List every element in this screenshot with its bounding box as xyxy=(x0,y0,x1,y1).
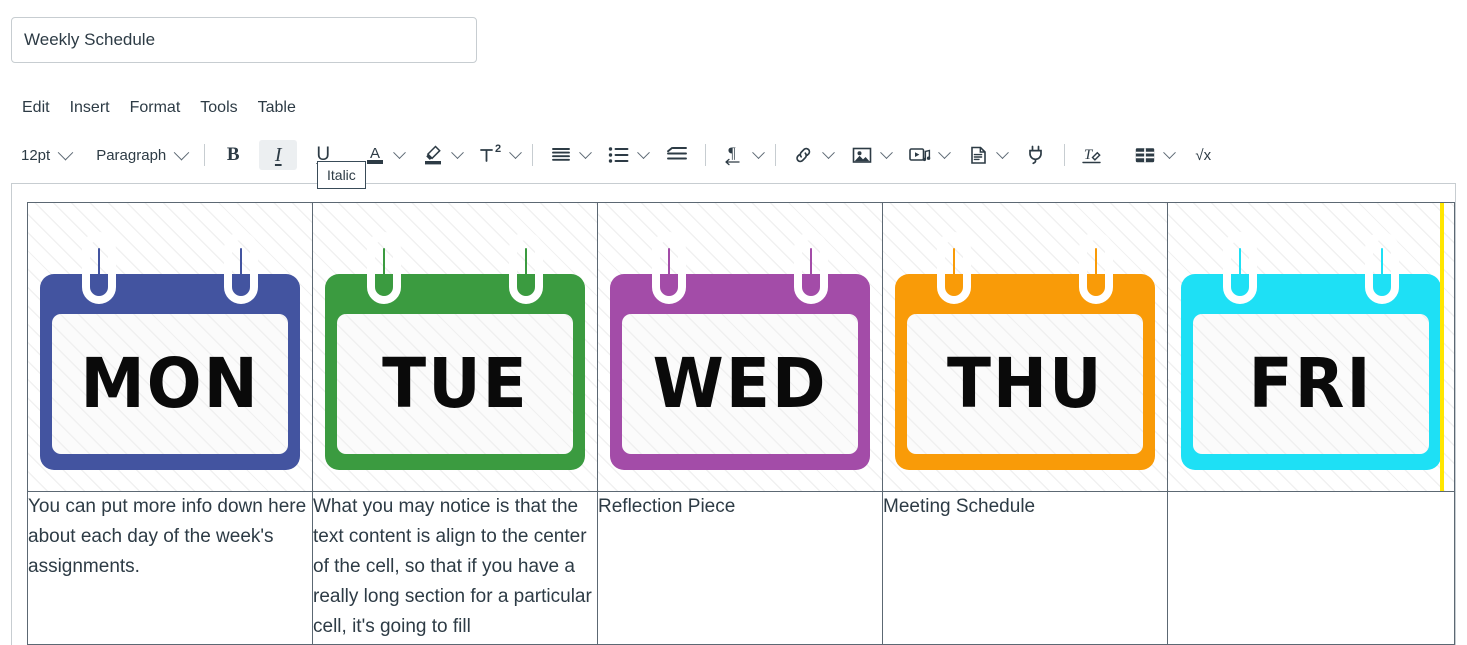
chevron-down-icon[interactable] xyxy=(752,145,766,159)
calendar-icon-wed: WED xyxy=(604,218,876,476)
editor-content-area[interactable]: MON TUE WED THU FRI You can put more inf… xyxy=(11,183,1456,645)
table-button[interactable] xyxy=(1126,140,1164,170)
toolbar-separator xyxy=(705,144,707,166)
paragraph-direction-icon: ¶ xyxy=(723,143,745,167)
table-cell-wed-image[interactable]: WED xyxy=(597,202,883,492)
indent-increase-button[interactable] xyxy=(658,140,696,170)
image-icon xyxy=(850,144,874,166)
toolbar-separator xyxy=(775,144,777,166)
align-left-icon xyxy=(550,144,572,166)
table-cell-fri-text[interactable] xyxy=(1167,491,1455,645)
equation-icon: √x xyxy=(1195,146,1212,164)
chevron-down-icon[interactable] xyxy=(451,145,465,159)
table-cell-tue-image[interactable]: TUE xyxy=(312,202,598,492)
equation-button[interactable]: √x xyxy=(1184,140,1222,170)
chevron-down-icon[interactable] xyxy=(880,145,894,159)
italic-tooltip: Italic xyxy=(317,161,366,189)
calendar-icon-fri: FRI xyxy=(1175,218,1447,476)
table-row-text: You can put more info down here about ea… xyxy=(27,491,1455,645)
calendar-day-label: TUE xyxy=(381,343,529,424)
image-button[interactable] xyxy=(843,140,881,170)
block-format-select[interactable]: Paragraph xyxy=(86,140,195,170)
table-cell-mon-image[interactable]: MON xyxy=(27,202,313,492)
block-format-value: Paragraph xyxy=(96,146,167,164)
chevron-down-icon[interactable] xyxy=(996,145,1010,159)
italic-icon: I xyxy=(274,143,282,166)
title-field-wrapper xyxy=(11,17,477,63)
text-color-icon: A xyxy=(364,143,386,167)
calendar-icon-thu: THU xyxy=(889,218,1161,476)
plug-apps-icon xyxy=(1024,143,1048,167)
bullet-list-button[interactable] xyxy=(600,140,638,170)
calendar-day-label: WED xyxy=(652,343,828,424)
bold-icon: B xyxy=(226,144,240,165)
table-row-images: MON TUE WED THU FRI xyxy=(27,202,1455,492)
table-cell-wed-text[interactable]: Reflection Piece xyxy=(597,491,883,645)
toolbar-separator xyxy=(532,144,534,166)
bold-button[interactable]: B xyxy=(214,140,252,170)
calendar-day-label: FRI xyxy=(1249,343,1373,424)
highlight-color-icon xyxy=(422,143,444,167)
formatting-toolbar: 12pt Paragraph B I U A 2 ¶ T √x xyxy=(11,136,1456,174)
menu-item-format[interactable]: Format xyxy=(120,94,191,122)
table-cell-thu-text[interactable]: Meeting Schedule xyxy=(882,491,1168,645)
svg-text:2: 2 xyxy=(495,143,501,155)
calendar-icon-mon: MON xyxy=(34,218,306,476)
rich-text-editor-page: Edit Insert Format Tools Table 12pt Para… xyxy=(0,0,1467,645)
media-icon xyxy=(907,144,933,166)
chevron-down-icon[interactable] xyxy=(822,145,836,159)
table-icon xyxy=(1133,144,1157,166)
menu-item-insert[interactable]: Insert xyxy=(60,94,120,122)
table-cell-mon-text[interactable]: You can put more info down here about ea… xyxy=(27,491,313,645)
column-resize-marker[interactable] xyxy=(1440,203,1444,491)
directionality-button[interactable]: ¶ xyxy=(715,140,753,170)
superscript-button[interactable]: 2 xyxy=(472,140,510,170)
menu-item-edit[interactable]: Edit xyxy=(11,94,60,122)
toolbar-separator xyxy=(1064,144,1066,166)
menubar: Edit Insert Format Tools Table xyxy=(11,94,306,122)
chevron-down-icon[interactable] xyxy=(509,145,523,159)
document-icon xyxy=(967,144,989,166)
table-cell-fri-image[interactable]: FRI xyxy=(1167,202,1455,492)
weekly-schedule-table[interactable]: MON TUE WED THU FRI You can put more inf… xyxy=(27,202,1455,645)
page-title-input[interactable] xyxy=(11,17,477,63)
font-size-value: 12pt xyxy=(21,146,51,164)
chevron-down-icon[interactable] xyxy=(637,145,651,159)
calendar-day-label: MON xyxy=(80,343,260,424)
svg-text:T: T xyxy=(1084,147,1094,163)
svg-text:A: A xyxy=(370,145,380,162)
highlight-color-button[interactable] xyxy=(414,140,452,170)
chevron-down-icon[interactable] xyxy=(1163,145,1177,159)
chevron-down-icon[interactable] xyxy=(938,145,952,159)
chevron-down-icon xyxy=(57,144,74,160)
document-button[interactable] xyxy=(959,140,997,170)
calendar-day-label: THU xyxy=(946,343,1104,424)
apps-button[interactable] xyxy=(1017,140,1055,170)
chevron-down-icon[interactable] xyxy=(393,145,407,159)
clear-formatting-icon: T xyxy=(1080,143,1106,167)
clear-formatting-button[interactable]: T xyxy=(1074,140,1112,170)
menu-item-tools[interactable]: Tools xyxy=(190,94,247,122)
chevron-down-icon[interactable] xyxy=(579,145,593,159)
align-button[interactable] xyxy=(542,140,580,170)
indent-increase-icon xyxy=(665,144,689,166)
media-button[interactable] xyxy=(901,140,939,170)
italic-button[interactable]: I xyxy=(259,140,298,170)
table-cell-thu-image[interactable]: THU xyxy=(882,202,1168,492)
toolbar-separator xyxy=(204,144,206,166)
font-size-select[interactable]: 12pt xyxy=(11,140,79,170)
bullet-list-icon xyxy=(607,144,631,166)
chevron-down-icon xyxy=(173,144,190,160)
link-icon xyxy=(792,144,816,166)
superscript-icon: 2 xyxy=(478,143,504,167)
link-button[interactable] xyxy=(785,140,823,170)
menu-item-table[interactable]: Table xyxy=(248,94,306,122)
table-cell-tue-text[interactable]: What you may notice is that the text con… xyxy=(312,491,598,645)
calendar-icon-tue: TUE xyxy=(319,218,591,476)
